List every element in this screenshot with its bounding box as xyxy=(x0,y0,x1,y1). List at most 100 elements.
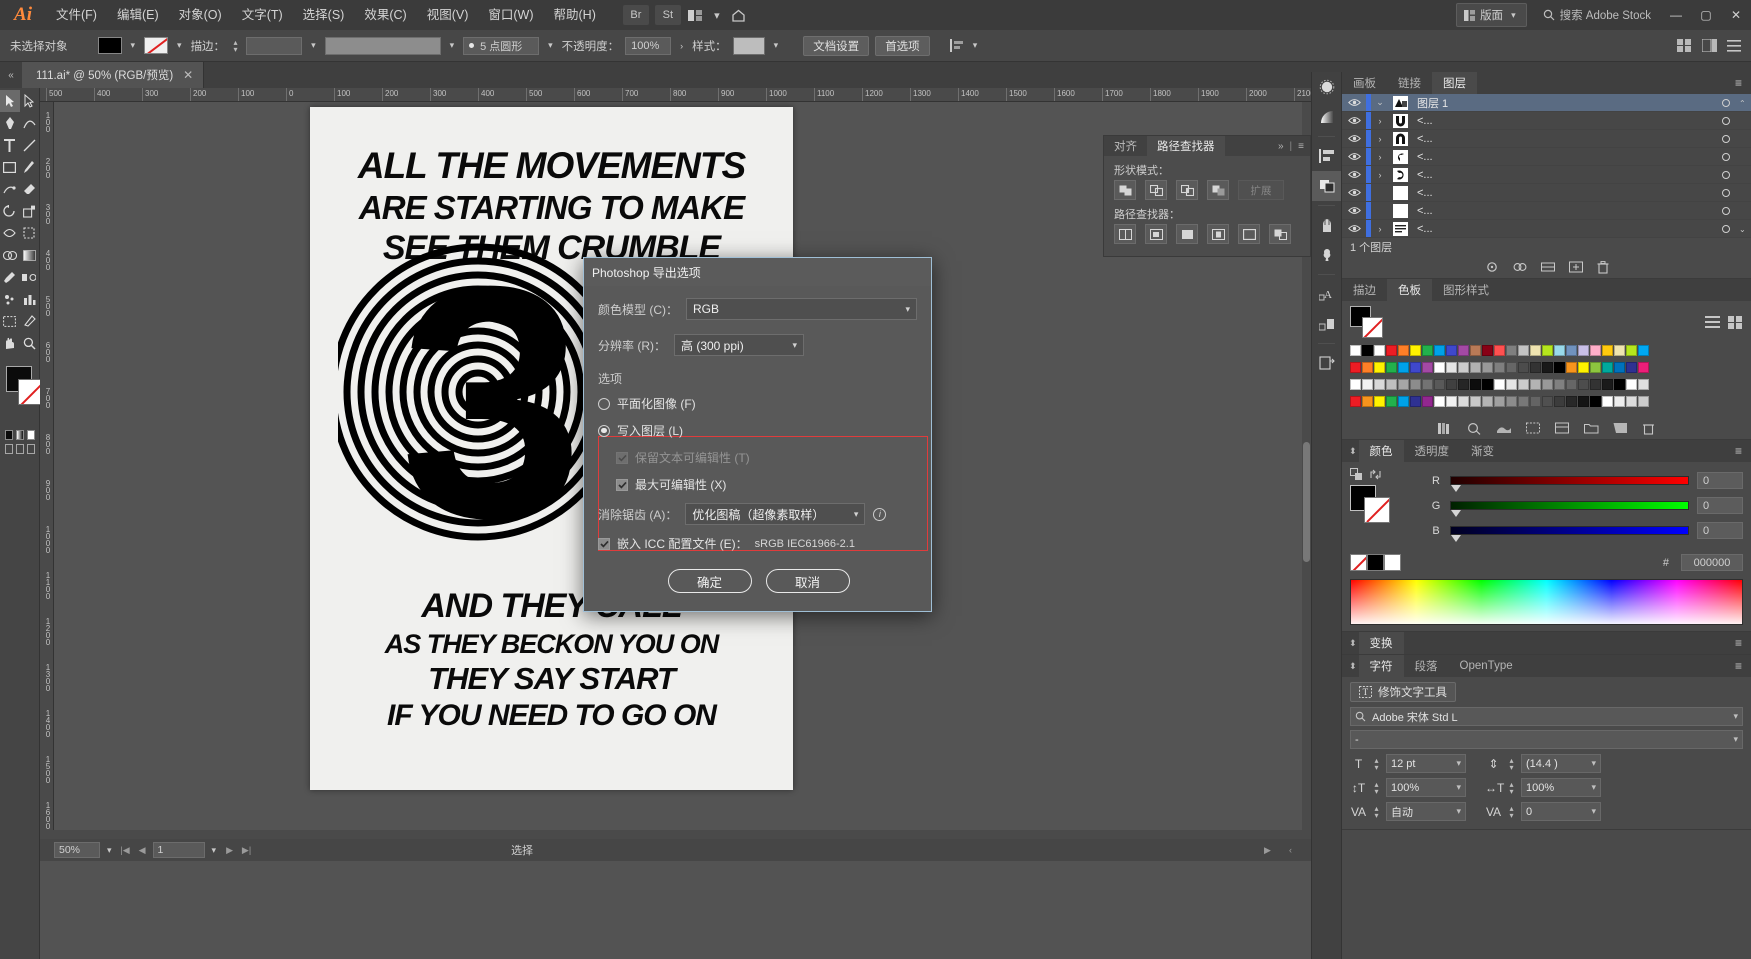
brush-chevron-icon[interactable]: ▾ xyxy=(545,40,556,51)
swatch[interactable] xyxy=(1578,379,1589,390)
new-swatch-icon[interactable] xyxy=(1613,422,1628,435)
layer-name[interactable]: <... xyxy=(1411,133,1713,145)
character-collapse-icon[interactable]: ⬍ xyxy=(1342,655,1359,677)
layer-name[interactable]: <... xyxy=(1411,205,1713,217)
make-clipping-mask-icon[interactable] xyxy=(1513,261,1527,273)
kerning-stepper[interactable]: ▴ ▾ xyxy=(1372,804,1381,819)
channel-value-field[interactable]: 0 xyxy=(1697,522,1743,539)
fill-color-swatch[interactable] xyxy=(97,37,122,54)
grid-view-icon[interactable] xyxy=(1728,315,1743,329)
swatch[interactable] xyxy=(1398,345,1409,356)
style-chevron-icon[interactable]: ▾ xyxy=(771,40,782,51)
swatch[interactable] xyxy=(1494,396,1505,407)
swatch[interactable] xyxy=(1554,396,1565,407)
brush-definition-field[interactable]: 5 点圆形 xyxy=(463,36,540,55)
swatch[interactable] xyxy=(1386,379,1397,390)
layer-target-circle-icon[interactable] xyxy=(1713,206,1739,215)
tab-swatches[interactable]: 色板 xyxy=(1387,279,1432,301)
libraries-icon[interactable] xyxy=(1312,72,1341,102)
swatch[interactable] xyxy=(1542,396,1553,407)
workspace-switcher[interactable]: 版面 ▾ xyxy=(1456,3,1527,27)
swatch[interactable] xyxy=(1470,362,1481,373)
character-panel-menu-icon[interactable]: ≡ xyxy=(1735,655,1751,677)
swatch[interactable] xyxy=(1434,396,1445,407)
rectangle-tool[interactable] xyxy=(0,156,20,178)
graphic-styles-panel-icon[interactable] xyxy=(1312,309,1341,339)
font-family-chevron-icon[interactable]: ▾ xyxy=(1733,711,1738,722)
document-tab[interactable]: 111.ai* @ 50% (RGB/预览) ✕ xyxy=(22,62,205,88)
swatch[interactable] xyxy=(1506,362,1517,373)
swatch[interactable] xyxy=(1566,345,1577,356)
tabbar-collapse-icon[interactable]: « xyxy=(0,62,22,88)
layer-expand-arrow-icon[interactable]: › xyxy=(1371,152,1389,162)
expand-button[interactable]: 扩展 xyxy=(1238,180,1284,200)
type-tool[interactable] xyxy=(0,134,20,156)
layers-list[interactable]: ⌄ 图层 1 ⌃ › <... › <... › <... › <... <... <... › <... ⌄ xyxy=(1342,94,1751,238)
swatch-stroke[interactable] xyxy=(1362,317,1383,338)
vertical-scale-field[interactable]: 100% ▾ xyxy=(1386,778,1466,797)
grid-view-icon[interactable] xyxy=(1677,39,1692,52)
layer-row[interactable]: › <... xyxy=(1342,148,1751,166)
color-mode-gradient[interactable] xyxy=(16,430,24,440)
stock-search[interactable]: 搜索 Adobe Stock xyxy=(1535,7,1661,23)
opacity-field[interactable]: 100% xyxy=(625,36,672,55)
crop-button[interactable] xyxy=(1207,224,1229,244)
swatch[interactable] xyxy=(1638,362,1649,373)
leading-stepper[interactable]: ▴ ▾ xyxy=(1507,756,1516,771)
zoom-chevron-icon[interactable]: ▾ xyxy=(104,845,115,856)
menu-file[interactable]: 文件(F) xyxy=(46,0,107,30)
tracking-field[interactable]: 0 ▾ xyxy=(1521,802,1601,821)
tab-graphic-styles[interactable]: 图形样式 xyxy=(1432,279,1500,301)
layer-row[interactable]: › <... xyxy=(1342,112,1751,130)
channel-slider[interactable] xyxy=(1450,476,1689,492)
swatch[interactable] xyxy=(1362,379,1373,390)
radio-icon[interactable] xyxy=(598,424,610,437)
swatch[interactable] xyxy=(1386,362,1397,373)
tracking-chevron-icon[interactable]: ▾ xyxy=(1591,806,1596,817)
new-layer-icon[interactable] xyxy=(1568,261,1583,273)
quick-color-swatches[interactable] xyxy=(1350,554,1401,571)
swatch-row-4[interactable] xyxy=(1342,394,1751,411)
menu-type[interactable]: 文字(T) xyxy=(232,0,293,30)
color-group-icon[interactable] xyxy=(1467,422,1482,435)
chevron-down-icon[interactable]: ▾ xyxy=(895,304,910,315)
photoshop-export-options-dialog[interactable]: Photoshop 导出选项 颜色模型 (C)： RGB ▾ 分辨率 (R)： … xyxy=(583,257,932,612)
swatch[interactable] xyxy=(1554,362,1565,373)
visibility-eye-icon[interactable] xyxy=(1342,188,1366,197)
paintbrush-tool[interactable] xyxy=(20,156,40,178)
artboard-chevron-icon[interactable]: ▾ xyxy=(209,845,220,856)
menu-object[interactable]: 对象(O) xyxy=(169,0,232,30)
align-icon[interactable] xyxy=(949,39,964,52)
fill-chevron-icon[interactable]: ▾ xyxy=(128,40,139,51)
layer-name[interactable]: 图层 1 xyxy=(1411,95,1713,111)
window-maximize-button[interactable]: ▢ xyxy=(1691,0,1721,30)
stroke-profile-chevron-icon[interactable]: ▾ xyxy=(447,40,458,51)
color-mode-none[interactable] xyxy=(27,430,35,440)
rotate-tool[interactable] xyxy=(0,200,20,222)
free-transform-tool[interactable] xyxy=(20,222,40,244)
selection-tool[interactable] xyxy=(0,90,20,112)
hex-value-field[interactable]: 000000 xyxy=(1681,554,1743,571)
font-size-field[interactable]: 12 pt ▾ xyxy=(1386,754,1466,773)
swatch[interactable] xyxy=(1626,345,1637,356)
swatch[interactable] xyxy=(1446,379,1457,390)
swatch-row-1[interactable] xyxy=(1342,343,1751,360)
color-collapse-icon[interactable]: ⬍ xyxy=(1342,440,1359,462)
canvas-horizontal-scrollbar[interactable] xyxy=(40,830,1311,839)
menu-select[interactable]: 选择(S) xyxy=(293,0,355,30)
shaper-tool[interactable] xyxy=(0,178,20,200)
scale-tool[interactable] xyxy=(20,200,40,222)
swap-fill-stroke-icon[interactable] xyxy=(1369,468,1382,481)
swatch[interactable] xyxy=(1362,362,1373,373)
none-swatch[interactable] xyxy=(1350,554,1367,571)
preferences-button[interactable]: 首选项 xyxy=(875,35,930,56)
swatch[interactable] xyxy=(1374,345,1385,356)
direct-selection-tool[interactable] xyxy=(20,90,40,112)
channel-slider[interactable] xyxy=(1450,501,1689,517)
layer-expand-arrow-icon[interactable]: › xyxy=(1371,170,1389,180)
color-spectrum-bar[interactable] xyxy=(1350,579,1743,625)
layer-thumbnail[interactable] xyxy=(1389,95,1411,110)
font-style-chevron-icon[interactable]: ▾ xyxy=(1733,734,1738,745)
layer-expand-arrow-icon[interactable]: › xyxy=(1371,134,1389,144)
swatch[interactable] xyxy=(1446,345,1457,356)
